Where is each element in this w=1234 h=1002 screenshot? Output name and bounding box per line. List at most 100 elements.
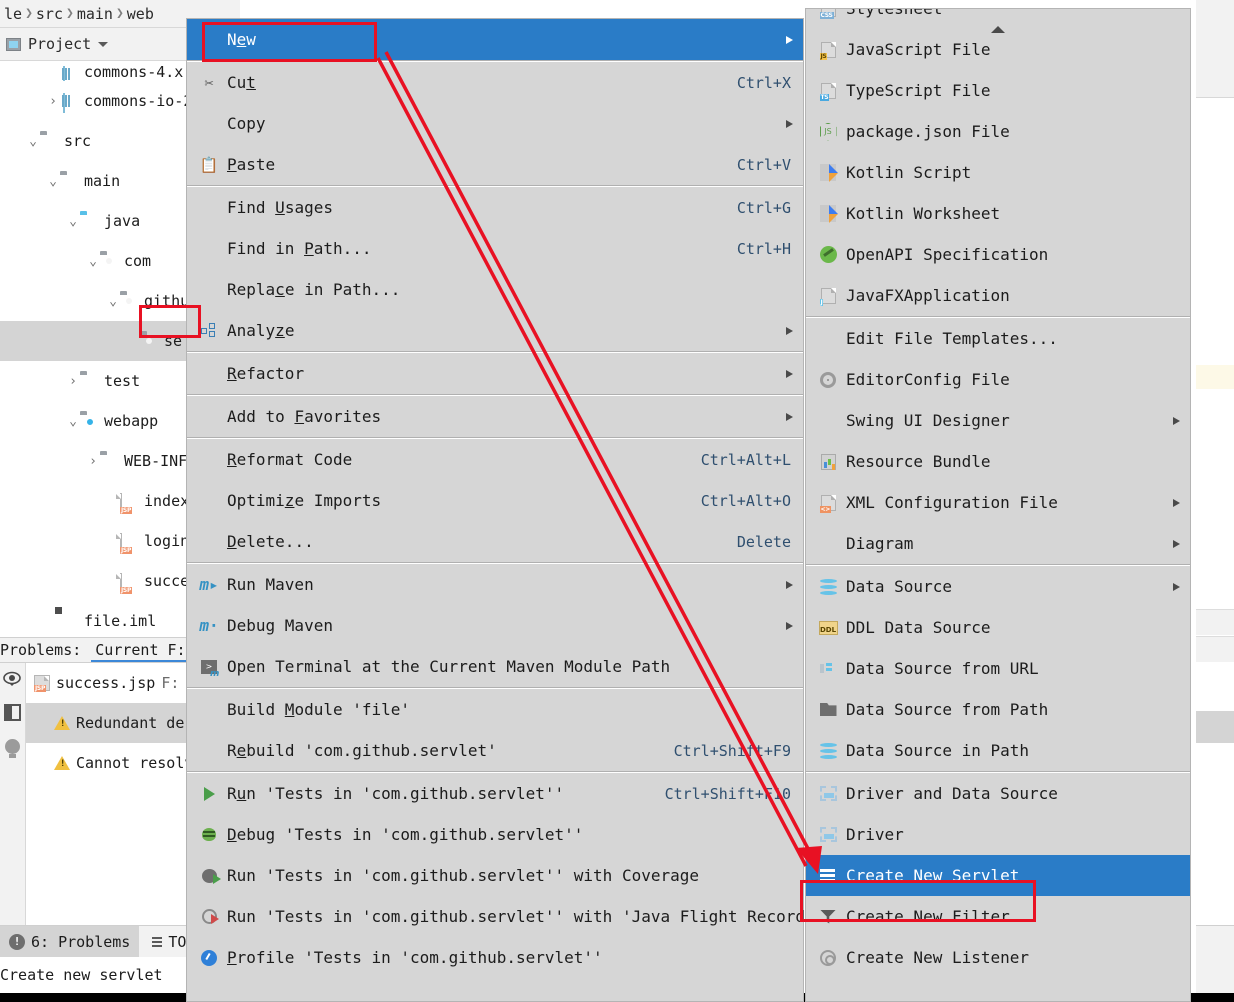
tree-node[interactable]: ⌄java <box>0 201 195 241</box>
submenu-item-diagram[interactable]: Diagram <box>806 523 1190 564</box>
context-menu[interactable]: New✂CutCtrl+XCopy📋PasteCtrl+VFind Usages… <box>186 18 804 1002</box>
menu-item-debug-tests-in-com-github-servlet[interactable]: Debug 'Tests in 'com.github.servlet'' <box>187 814 803 855</box>
chevron-down-icon[interactable]: ⌄ <box>66 414 80 429</box>
package-icon <box>100 254 118 268</box>
submenu-item-swing-ui-designer[interactable]: Swing UI Designer <box>806 400 1190 441</box>
folder-res-icon <box>80 414 98 428</box>
listener-icon <box>820 950 836 966</box>
chevron-down-icon[interactable] <box>98 42 108 47</box>
tree-node[interactable]: file.iml <box>0 601 195 637</box>
submenu-item-editorconfig-file[interactable]: EditorConfig File <box>806 359 1190 400</box>
chevron-right-icon[interactable]: › <box>86 454 100 469</box>
tree-node[interactable]: ›test <box>0 361 195 401</box>
submenu-item-package-json-file[interactable]: JSpackage.json File <box>806 111 1190 152</box>
chevron-down-icon[interactable]: ⌄ <box>66 214 80 229</box>
menu-item-find-in-path[interactable]: Find in Path...Ctrl+H <box>187 228 803 269</box>
submenu-item-javascript-file[interactable]: JSJavaScript File <box>806 29 1190 70</box>
tree-node[interactable]: ›WEB-INF <box>0 441 195 481</box>
submenu-item-create-new-listener[interactable]: Create New Listener <box>806 937 1190 978</box>
submenu-item-label: Data Source from Path <box>846 700 1190 719</box>
tree-node[interactable]: ⌄src <box>0 121 195 161</box>
new-submenu[interactable]: CSSStylesheetJSJavaScript FileTSTypeScri… <box>805 8 1191 1002</box>
chevron-down-icon[interactable]: ⌄ <box>26 134 40 149</box>
tree-node[interactable]: ⌄webapp <box>0 401 195 441</box>
menu-item-run-tests-in-com-github-servlet[interactable]: Run 'Tests in 'com.github.servlet''Ctrl+… <box>187 773 803 814</box>
menu-item-run-tests-in-com-github-servlet-with-coverage[interactable]: Run 'Tests in 'com.github.servlet'' with… <box>187 855 803 896</box>
bottom-tool-window-tabs[interactable]: ! 6: Problems TOD <box>0 925 195 957</box>
breadcrumb-item-2[interactable]: main <box>75 5 115 23</box>
submenu-item-data-source-from-path[interactable]: Data Source from Path <box>806 689 1190 730</box>
tree-node[interactable]: index.j <box>0 481 195 521</box>
breadcrumb-item-0[interactable]: le <box>2 5 24 23</box>
problems-file-row[interactable]: success.jspF: <box>26 663 195 703</box>
menu-item-analyze[interactable]: Analyze <box>187 310 803 351</box>
submenu-item-data-source[interactable]: Data Source <box>806 566 1190 607</box>
tree-node[interactable]: ›commons-io-2 <box>0 81 195 121</box>
breadcrumb-item-3[interactable]: web <box>125 5 156 23</box>
menu-item-run-maven[interactable]: m▸Run Maven <box>187 564 803 605</box>
menu-item-build-module-file[interactable]: Build Module 'file' <box>187 689 803 730</box>
eye-icon[interactable] <box>3 671 22 686</box>
chevron-right-icon[interactable]: › <box>46 94 60 109</box>
tab-problems[interactable]: ! 6: Problems <box>0 926 139 958</box>
layout-toggle-icon[interactable] <box>4 704 21 721</box>
problems-gutter-toolbar[interactable] <box>0 663 26 925</box>
submenu-item-openapi-specification[interactable]: OpenAPI Specification <box>806 234 1190 275</box>
chevron-down-icon[interactable]: ⌄ <box>46 174 60 189</box>
tree-node[interactable]: ⌄com <box>0 241 195 281</box>
problems-list[interactable]: success.jspF:Redundant deCannot resolv <box>26 663 195 925</box>
submenu-item-data-source-from-url[interactable]: Data Source from URL <box>806 648 1190 689</box>
project-panel-header[interactable]: Project <box>0 28 195 61</box>
menu-item-replace-in-path[interactable]: Replace in Path... <box>187 269 803 310</box>
lightbulb-icon[interactable] <box>5 739 20 754</box>
chevron-down-icon[interactable]: ⌄ <box>106 294 120 309</box>
folder-icon <box>40 134 58 148</box>
submenu-item-javafxapplication[interactable]: JJavaFXApplication <box>806 275 1190 316</box>
submenu-item-driver[interactable]: Driver <box>806 814 1190 855</box>
submenu-item-driver-and-data-source[interactable]: Driver and Data Source <box>806 773 1190 814</box>
tab-current-file[interactable]: Current F: <box>91 641 189 659</box>
menu-item-find-usages[interactable]: Find UsagesCtrl+G <box>187 187 803 228</box>
breadcrumb-item-1[interactable]: src <box>34 5 65 23</box>
problem-row[interactable]: Cannot resolv <box>26 743 195 783</box>
menu-item-label: Delete... <box>227 532 737 551</box>
problems-panel-header[interactable]: Problems: Current F: <box>0 637 195 663</box>
menu-item-copy[interactable]: Copy <box>187 103 803 144</box>
project-tree[interactable]: commons-4.x.x›commons-io-2⌄src⌄main⌄java… <box>0 61 195 637</box>
tree-node[interactable]: login.j <box>0 521 195 561</box>
menu-item-add-to-favorites[interactable]: Add to Favorites <box>187 396 803 437</box>
chevron-down-icon[interactable]: ⌄ <box>86 254 100 269</box>
submenu-item-resource-bundle[interactable]: Resource Bundle <box>806 441 1190 482</box>
menu-item-cut[interactable]: ✂CutCtrl+X <box>187 62 803 103</box>
submenu-item-edit-file-templates[interactable]: Edit File Templates... <box>806 318 1190 359</box>
package-icon <box>120 294 138 308</box>
problem-row[interactable]: Redundant de <box>26 703 195 743</box>
menu-item-reformat-code[interactable]: Reformat CodeCtrl+Alt+L <box>187 439 803 480</box>
submenu-item-typescript-file[interactable]: TSTypeScript File <box>806 70 1190 111</box>
submenu-item-kotlin-worksheet[interactable]: Kotlin Worksheet <box>806 193 1190 234</box>
menu-item-debug-maven[interactable]: m⋅Debug Maven <box>187 605 803 646</box>
submenu-item-data-source-in-path[interactable]: Data Source in Path <box>806 730 1190 771</box>
menu-item-shortcut: Ctrl+Alt+O <box>701 492 803 510</box>
menu-item-refactor[interactable]: Refactor <box>187 353 803 394</box>
submenu-item-kotlin-script[interactable]: Kotlin Script <box>806 152 1190 193</box>
tree-node[interactable]: success <box>0 561 195 601</box>
menu-item-rebuild-com-github-servlet[interactable]: Rebuild 'com.github.servlet'Ctrl+Shift+F… <box>187 730 803 771</box>
menu-item-open-terminal-at-the-current-maven-module-path[interactable]: >Open Terminal at the Current Maven Modu… <box>187 646 803 687</box>
menu-item-optimize-imports[interactable]: Optimize ImportsCtrl+Alt+O <box>187 480 803 521</box>
menu-item-run-tests-in-com-github-servlet-with-java-flight-recorder[interactable]: Run 'Tests in 'com.github.servlet'' with… <box>187 896 803 937</box>
menu-item-label: Rebuild 'com.github.servlet' <box>227 741 674 760</box>
chevron-right-icon[interactable]: › <box>66 374 80 389</box>
submenu-item-xml-configuration-file[interactable]: <>XML Configuration File <box>806 482 1190 523</box>
submenu-arrow-icon <box>786 36 793 44</box>
submenu-item-ddl-data-source[interactable]: DDLDDL Data Source <box>806 607 1190 648</box>
menu-item-label: Optimize Imports <box>227 491 701 510</box>
menu-item-paste[interactable]: 📋PasteCtrl+V <box>187 144 803 185</box>
scroll-up-indicator[interactable] <box>806 23 1190 35</box>
tree-node[interactable]: ⌄main <box>0 161 195 201</box>
tree-node[interactable]: commons-4.x.x <box>0 61 195 81</box>
menu-item-delete[interactable]: Delete...Delete <box>187 521 803 562</box>
submenu-item-label: JavaScript File <box>846 40 1190 59</box>
todo-list-icon <box>148 936 162 948</box>
menu-item-profile-tests-in-com-github-servlet[interactable]: Profile 'Tests in 'com.github.servlet'' <box>187 937 803 978</box>
